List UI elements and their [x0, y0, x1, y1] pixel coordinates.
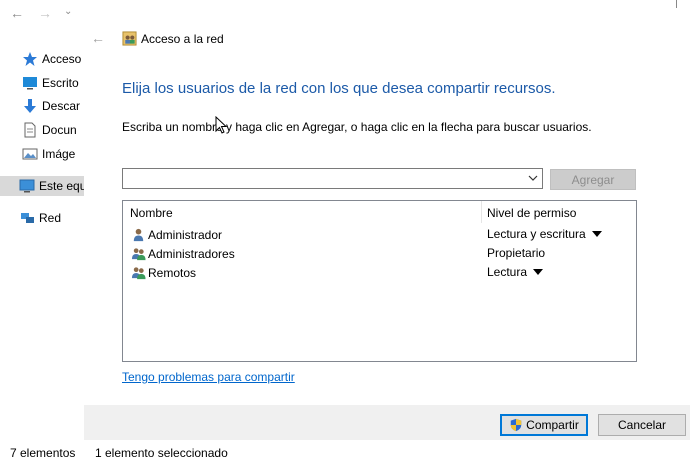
download-icon — [24, 99, 36, 113]
dialog-title: Acceso a la red — [141, 32, 224, 46]
sidebar-item-pictures[interactable]: Imáge — [0, 144, 84, 164]
sidebar-item-desktop[interactable]: Escrito — [0, 73, 84, 93]
group-icon — [131, 267, 146, 280]
share-button[interactable]: Compartir — [500, 414, 588, 436]
sidebar-item-network[interactable]: Red — [0, 208, 84, 228]
sidebar-item-this-pc[interactable]: Este equ — [0, 176, 84, 196]
column-header-permission[interactable]: Nivel de permiso — [487, 206, 576, 220]
sidebar-item-label: Red — [39, 211, 62, 225]
sidebar-item-label: Descar — [42, 99, 81, 113]
user-name: Remotos — [148, 265, 197, 280]
user-name: Administrador — [148, 227, 223, 242]
dialog-back-icon[interactable]: ← — [91, 31, 105, 45]
user-name: Administradores — [148, 246, 235, 261]
group-icon — [131, 248, 146, 261]
sidebar-item-label: Docun — [42, 123, 77, 137]
chevron-down-icon[interactable] — [528, 173, 538, 183]
add-button[interactable]: Agregar — [550, 169, 636, 190]
caret-down-icon[interactable] — [591, 231, 602, 237]
sidebar-item-label: Este equ — [39, 179, 84, 193]
permission-static: Propietario — [487, 246, 545, 260]
user-name-combobox[interactable] — [122, 168, 543, 189]
table-row[interactable]: Administradores Propietario — [123, 244, 636, 263]
table-row[interactable]: Administrador Lectura y escritura — [123, 225, 636, 244]
sidebar-item-downloads[interactable]: Descar — [0, 96, 84, 116]
dialog-top-border — [676, 0, 677, 8]
sidebar-item-label: Escrito — [42, 76, 79, 90]
sidebar-item-label: Imáge — [42, 147, 76, 161]
share-users-icon — [122, 31, 137, 46]
column-divider — [481, 201, 482, 223]
sidebar-item-quick-access[interactable]: Acceso — [0, 49, 84, 69]
column-header-name[interactable]: Nombre — [130, 206, 173, 220]
star-icon — [23, 52, 37, 66]
forward-icon[interactable]: → — [38, 6, 52, 20]
status-bar: 7 elementos 1 elemento seleccionado — [0, 440, 690, 460]
permission-dropdown[interactable]: Lectura y escritura — [487, 227, 602, 241]
permission-level: Lectura — [487, 265, 528, 279]
user-icon — [133, 228, 144, 242]
share-button-label: Compartir — [526, 418, 579, 432]
back-icon[interactable]: ← — [10, 6, 24, 20]
table-row[interactable]: Remotos Lectura — [123, 263, 636, 282]
mouse-cursor-icon — [215, 116, 227, 134]
recent-dropdown-icon[interactable]: ⌄ — [64, 5, 72, 19]
sidebar-item-documents[interactable]: Docun — [0, 120, 84, 140]
dialog-heading: Elija los usuarios de la red con los que… — [122, 80, 556, 97]
permission-level: Lectura y escritura — [487, 227, 586, 241]
permission-level: Propietario — [487, 246, 546, 260]
caret-down-icon[interactable] — [533, 269, 544, 275]
dialog-instruction: Escriba un nombre y haga clic en Agregar… — [122, 120, 592, 134]
pictures-icon — [22, 148, 38, 160]
uac-shield-icon — [510, 418, 522, 432]
desktop-icon — [23, 77, 37, 90]
sidebar-item-label: Acceso — [42, 52, 82, 66]
permission-dropdown[interactable]: Lectura — [487, 265, 544, 279]
document-icon — [24, 122, 36, 138]
users-list: Nombre Nivel de permiso Administrador Le… — [122, 200, 637, 362]
computer-icon — [19, 179, 35, 193]
network-icon — [21, 213, 34, 223]
cancel-button[interactable]: Cancelar — [598, 414, 686, 436]
trouble-sharing-link[interactable]: Tengo problemas para compartir — [122, 370, 295, 384]
